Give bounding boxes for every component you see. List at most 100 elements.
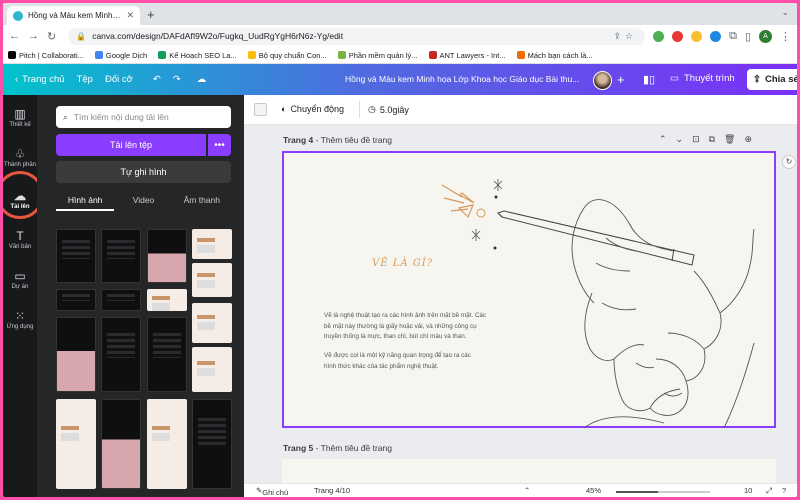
slide-paragraph-2[interactable]: Vẽ được coi là một kỹ năng quan trọng để…	[324, 351, 524, 372]
rail-item-projects[interactable]: ▭ Dự án	[3, 269, 37, 290]
tab-bar: Hồng và Màu kem Minh họa Lớp ✕ + ⌄	[3, 3, 797, 25]
page-indicator[interactable]: Trang 4/10	[314, 486, 350, 495]
undo-icon[interactable]: ↶	[153, 74, 161, 85]
insights-bar-chart-icon[interactable]: ▮▯	[643, 73, 655, 86]
browser-tab-active[interactable]: Hồng và Màu kem Minh họa Lớp ✕	[7, 6, 140, 25]
slide-heading[interactable]: VẼ LÀ GÌ?	[372, 258, 433, 269]
canvas-workspace: Trang 4 - Thêm tiêu đề trang ⌃⌄⊡⧉🗑⊕ VẼ L…	[244, 125, 797, 489]
resize-menu[interactable]: Đổi cỡ	[105, 74, 133, 85]
search-input[interactable]: ⌕ Tìm kiếm nội dung tải lên	[56, 106, 231, 128]
document-title[interactable]: Hồng và Màu kem Minh họa Lớp Khoa học Gi…	[345, 74, 579, 84]
bottom-bar: ✎ Ghi chú Trang 4/10 ⌃ 45% 10 ⤢ ?	[244, 483, 797, 497]
user-avatar[interactable]	[593, 71, 612, 90]
address-bar[interactable]: 🔒 canva.com/design/DAFdAfI9W2o/Fugkq_Uud…	[68, 27, 646, 45]
upload-thumbnail[interactable]	[147, 229, 187, 283]
upload-thumbnail[interactable]	[56, 289, 96, 311]
address-actions-icons[interactable]: ⇪☆	[613, 31, 637, 42]
apps-icon: ⁙	[14, 309, 26, 323]
canva-header: ‹ Trang chủ Tệp Đổi cỡ ↶ ↷ ☁ Hồng và Màu …	[3, 64, 797, 95]
rail-item-design[interactable]: ▥ Thiết kế	[3, 107, 37, 128]
upload-thumbnail[interactable]	[101, 399, 141, 489]
tab-audio[interactable]: Âm thanh	[173, 191, 231, 211]
uploads-panel: ⌕ Tìm kiếm nội dung tải lên Tải lên tệp …	[37, 95, 244, 497]
tab-videos[interactable]: Video	[114, 191, 172, 211]
refresh-slide-icon[interactable]: ↻	[782, 155, 796, 169]
media-tabs: Hình ảnh Video Âm thanh	[56, 191, 231, 211]
chevron-left-icon: ‹	[15, 74, 19, 85]
search-placeholder: Tìm kiếm nội dung tải lên	[73, 112, 169, 122]
lock-icon[interactable]: 🔒	[76, 32, 86, 41]
help-icon[interactable]: ?	[782, 486, 786, 495]
upload-thumbnail[interactable]	[56, 399, 96, 489]
add-collaborator-icon[interactable]: +	[617, 72, 625, 87]
upload-more-options-icon[interactable]: •••	[208, 134, 231, 156]
forward-icon[interactable]: →	[28, 30, 39, 42]
bookmark-item[interactable]: Phần mềm quản lý...	[337, 51, 418, 60]
tab-images[interactable]: Hình ảnh	[56, 191, 115, 211]
slide-page-4[interactable]: VẼ LÀ GÌ? Vẽ là nghệ thuật tạo ra các hì…	[282, 151, 776, 429]
zoom-slider[interactable]	[616, 491, 710, 493]
upload-thumbnail[interactable]	[192, 347, 232, 392]
expand-up-icon[interactable]: ⌃	[524, 486, 530, 495]
animate-button[interactable]: ◐ Chuyển động	[281, 104, 344, 114]
reload-icon[interactable]: ↻	[47, 30, 56, 43]
browser-window: Hồng và Màu kem Minh họa Lớp ✕ + ⌄ ← → ↻…	[3, 3, 797, 497]
upload-thumbnail[interactable]	[192, 263, 232, 297]
redo-icon[interactable]: ↷	[173, 74, 181, 85]
upload-thumbnail[interactable]	[56, 317, 96, 392]
rail-item-elements[interactable]: ♧ Thành phần	[3, 147, 37, 168]
page-5-label[interactable]: Trang 5 - Thêm tiêu đề trang	[283, 443, 392, 453]
upload-thumbnail[interactable]	[101, 317, 141, 392]
page-4-label[interactable]: Trang 4 - Thêm tiêu đề trang	[283, 135, 392, 145]
zoom-level[interactable]: 45%	[586, 486, 601, 495]
rail-item-apps[interactable]: ⁙ Ứng dụng	[3, 309, 37, 330]
home-link[interactable]: ‹ Trang chủ	[15, 74, 65, 85]
upload-thumbnail[interactable]	[101, 229, 141, 283]
grid-view-count[interactable]: 10	[744, 486, 752, 495]
bookmark-item[interactable]: Google Dịch	[94, 51, 147, 60]
upload-thumbnail[interactable]	[147, 399, 187, 489]
extension-icon[interactable]	[653, 30, 665, 42]
upload-thumbnail[interactable]	[147, 289, 187, 311]
close-tab-icon[interactable]: ✕	[126, 10, 134, 21]
bookmark-item[interactable]: ANT Lawyers - Int...	[428, 51, 506, 60]
upload-thumbnail[interactable]	[147, 317, 187, 392]
upload-thumbnail[interactable]	[101, 289, 141, 311]
extensions-puzzle-icon[interactable]: ⧉	[729, 30, 737, 43]
cloud-saved-icon[interactable]: ☁	[197, 74, 207, 85]
slide-paragraph-1[interactable]: Vẽ là nghệ thuật tạo ra các hình ảnh trê…	[324, 311, 524, 343]
back-icon[interactable]: ←	[9, 30, 20, 42]
toolbar-divider	[359, 101, 360, 118]
upload-thumbnail[interactable]	[192, 303, 232, 343]
upload-thumbnail[interactable]	[192, 399, 232, 489]
bookmark-item[interactable]: Kế Hoạch SEO La...	[158, 51, 237, 60]
duration-button[interactable]: ◷ 5.0giây	[368, 104, 409, 115]
profile-avatar[interactable]: A	[759, 29, 772, 43]
tab-search-chevron-icon[interactable]: ⌄	[781, 7, 789, 18]
sidebar-toggle-icon[interactable]: ▯	[745, 30, 751, 43]
zoom-slider-fill	[616, 491, 659, 493]
uploads-grid	[56, 229, 232, 497]
fullscreen-icon[interactable]: ⤢	[766, 486, 772, 496]
bookmark-item[interactable]: Mách bạn cách là...	[516, 51, 593, 60]
rail-item-text[interactable]: T Văn bản	[3, 229, 37, 250]
url-text: canva.com/design/DAFdAfI9W2o/Fugkq_UudRg…	[92, 31, 344, 41]
bookmark-item[interactable]: Bộ quy chuẩn Con...	[247, 51, 327, 60]
share-button[interactable]: ⇪ Chia sẻ	[747, 69, 797, 90]
present-button[interactable]: ▭ Thuyết trình	[670, 73, 735, 84]
page-controls[interactable]: ⌃⌄⊡⧉🗑⊕	[659, 134, 761, 145]
notes-button[interactable]: ✎ Ghi chú	[256, 486, 288, 497]
background-color-swatch[interactable]	[254, 103, 267, 116]
new-tab-icon[interactable]: +	[147, 7, 155, 22]
upload-files-button[interactable]: Tải lên tệp	[56, 134, 206, 156]
extension-icon[interactable]	[672, 30, 684, 42]
extension-icon[interactable]	[691, 30, 703, 42]
upload-thumbnail[interactable]	[192, 229, 232, 259]
extension-icon[interactable]	[710, 30, 722, 42]
upload-thumbnail[interactable]	[56, 229, 96, 283]
file-menu[interactable]: Tệp	[77, 74, 93, 85]
record-yourself-button[interactable]: Tự ghi hình	[56, 161, 231, 183]
folder-icon: ▭	[14, 269, 26, 283]
bookmark-item[interactable]: Pitch | Collaborati...	[8, 51, 84, 60]
chrome-menu-icon[interactable]: ⋮	[780, 30, 791, 43]
